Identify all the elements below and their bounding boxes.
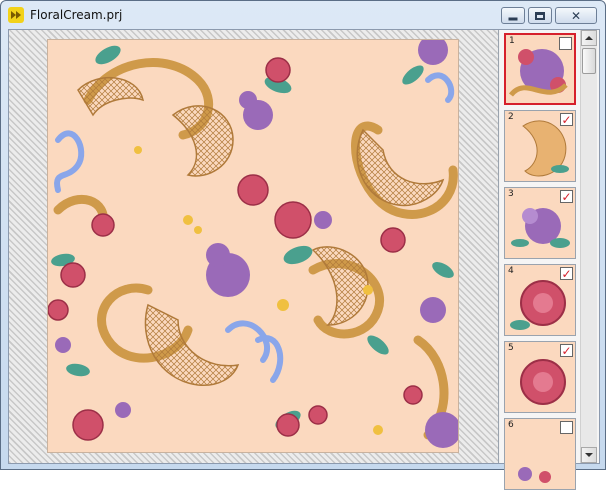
app-icon[interactable] (8, 7, 24, 23)
thumbnail-scrollbar[interactable] (580, 30, 597, 463)
client-area: 1 2 ✓ 3 ✓ 4 ✓ 5 ✓ 6 (8, 29, 600, 490)
checkmark-icon: ✓ (561, 112, 572, 127)
thumbnail-panel: 1 2 ✓ 3 ✓ 4 ✓ 5 ✓ 6 (500, 30, 599, 490)
thumbnail-checkbox[interactable] (559, 37, 572, 50)
floral-design-canvas[interactable] (47, 39, 459, 453)
close-icon: ✕ (570, 8, 582, 23)
thumbnail-number: 2 (508, 112, 514, 122)
arrow-up-icon (585, 36, 593, 40)
thumbnail-checkbox[interactable]: ✓ (560, 113, 573, 126)
checkmark-icon: ✓ (561, 266, 572, 281)
maximize-button[interactable] (528, 7, 552, 24)
thumbnail-checkbox[interactable] (560, 421, 573, 434)
minimize-button[interactable] (501, 7, 525, 24)
roses (48, 57, 423, 441)
thumbnail-3[interactable]: 3 ✓ (504, 187, 576, 259)
thumbnail-6[interactable]: 6 (504, 418, 576, 490)
minimize-icon (508, 17, 518, 20)
thumbnail-4[interactable]: 4 ✓ (504, 264, 576, 336)
thumbnail-number: 6 (508, 420, 514, 430)
thumbnail-2[interactable]: 2 ✓ (504, 110, 576, 182)
thumbnail-number: 4 (508, 266, 514, 276)
thumbnail-1[interactable]: 1 (504, 33, 576, 105)
scroll-up-button[interactable] (581, 30, 597, 46)
thumbnail-checkbox[interactable]: ✓ (560, 344, 573, 357)
scroll-down-button[interactable] (581, 447, 597, 463)
thumbnail-5[interactable]: 5 ✓ (504, 341, 576, 413)
checkmark-icon: ✓ (561, 189, 572, 204)
thumbnail-number: 5 (508, 343, 514, 353)
thumbnail-checkbox[interactable]: ✓ (560, 190, 573, 203)
title-bar[interactable]: FloralCream.prj ✕ (1, 1, 605, 29)
scroll-thumb[interactable] (582, 48, 596, 74)
thumbnail-checkbox[interactable]: ✓ (560, 267, 573, 280)
checkmark-icon: ✓ (561, 343, 572, 358)
window-title: FloralCream.prj (30, 8, 123, 22)
app-window: FloralCream.prj ✕ 1 2 ✓ 3 ✓ 4 ✓ 5 ✓ 6 (0, 0, 606, 490)
floral-pattern-graphic (48, 40, 458, 448)
thumbnail-number: 1 (509, 36, 515, 46)
arrow-down-icon (585, 453, 593, 457)
thumbnail-number: 3 (508, 189, 514, 199)
canvas-area[interactable] (9, 30, 499, 463)
maximize-icon (535, 11, 545, 20)
close-button[interactable]: ✕ (555, 7, 597, 24)
window-controls: ✕ (501, 7, 597, 24)
